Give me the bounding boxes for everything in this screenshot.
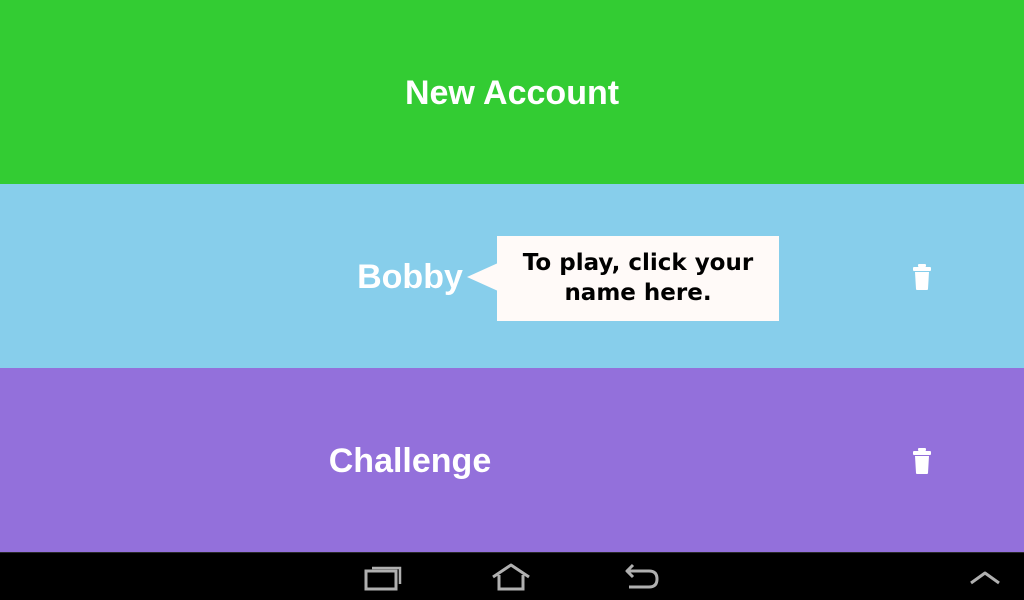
- system-navigation-bar: [0, 552, 1024, 600]
- chevron-up-icon[interactable]: [965, 561, 1005, 593]
- new-account-button[interactable]: New Account: [0, 0, 1024, 184]
- back-icon[interactable]: [621, 561, 661, 593]
- account-name-challenge[interactable]: Challenge: [300, 441, 520, 481]
- hint-tooltip: To play, click your name here.: [497, 236, 779, 321]
- new-account-label: New Account: [404, 74, 620, 112]
- tooltip-pointer: [467, 263, 498, 291]
- home-icon[interactable]: [491, 561, 531, 593]
- recent-apps-icon[interactable]: [363, 561, 403, 593]
- account-selection-screen: New Account Bobby Challenge To play, cli…: [0, 0, 1024, 600]
- trash-icon[interactable]: [912, 264, 932, 290]
- tooltip-text: To play, click your name here.: [522, 250, 754, 306]
- trash-icon[interactable]: [912, 448, 932, 474]
- account-row-challenge[interactable]: Challenge: [0, 368, 1024, 552]
